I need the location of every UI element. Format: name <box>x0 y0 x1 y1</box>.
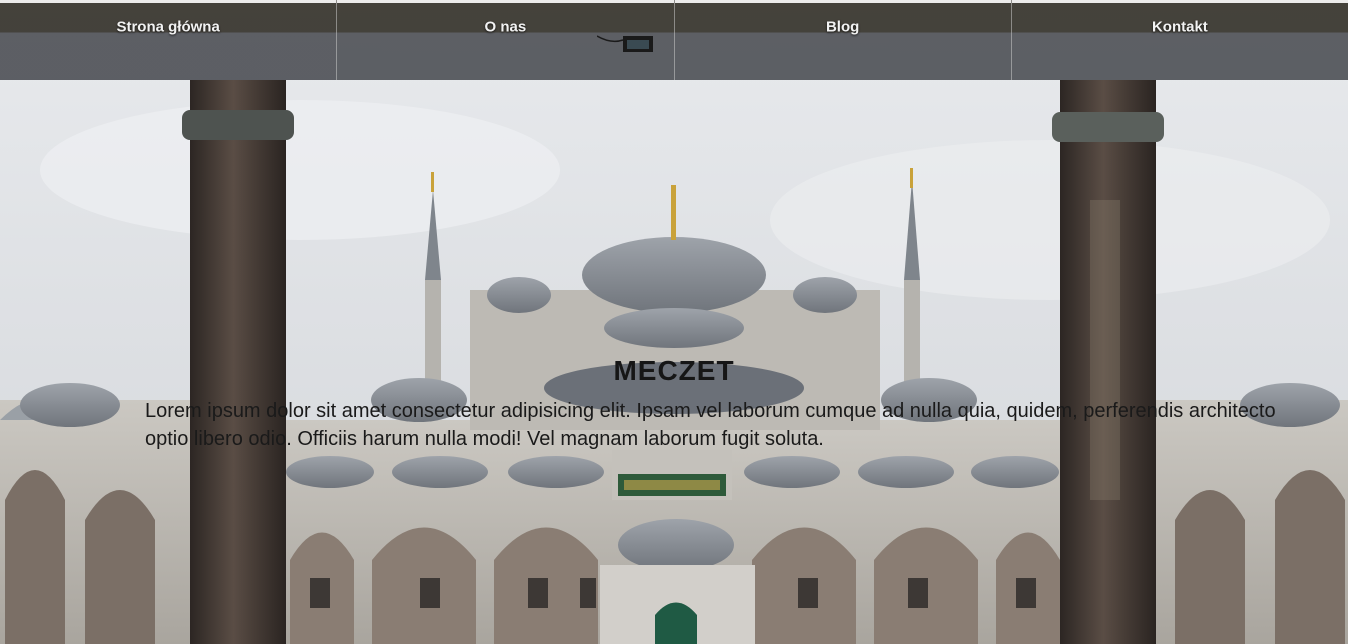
nav-top-strip <box>1011 0 1348 3</box>
camera-icon <box>597 35 654 52</box>
nav-item-contact[interactable]: Kontakt <box>1010 0 1348 80</box>
nav-top-strip <box>674 0 1011 3</box>
nav-item-home[interactable]: Strona główna <box>0 0 337 80</box>
mosque-background-image <box>0 0 1348 644</box>
nav-item-label[interactable]: Kontakt <box>1012 19 1348 36</box>
nav-top-strip <box>337 0 674 3</box>
nav-item-about[interactable]: O nas <box>336 0 674 80</box>
nav-top-strip <box>0 0 337 3</box>
nav-item-label[interactable]: Blog <box>675 19 1011 36</box>
top-navigation: Strona główna O nas Blog Kontakt <box>0 0 1348 80</box>
page-title: MECZET <box>613 355 735 386</box>
hero-description: Lorem ipsum dolor sit amet consectetur a… <box>145 400 1276 450</box>
page: Strona główna O nas Blog Kontakt MECZET … <box>0 0 1348 644</box>
nav-item-label[interactable]: Strona główna <box>0 19 336 36</box>
nav-item-blog[interactable]: Blog <box>673 0 1011 80</box>
